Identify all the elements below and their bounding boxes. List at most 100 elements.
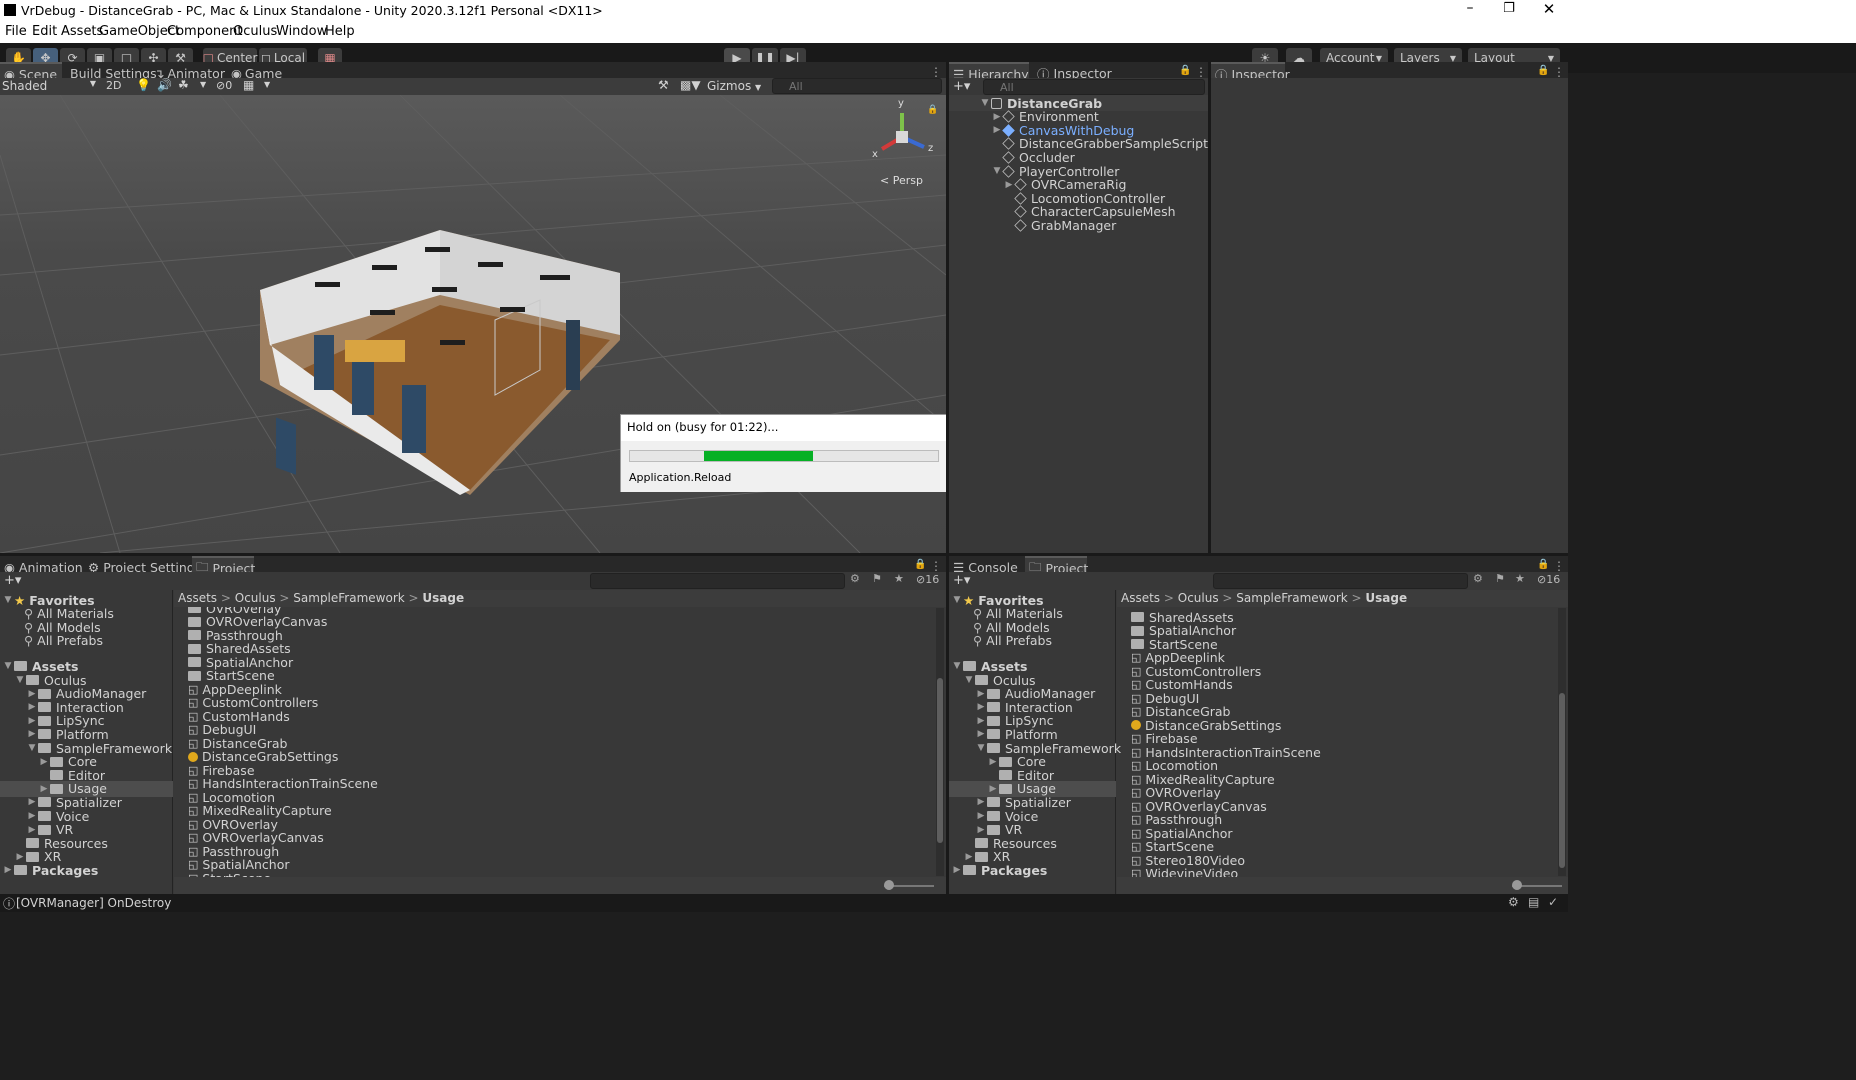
project-left-scrollbar[interactable] <box>936 608 944 876</box>
search-by-type-icon[interactable]: ⚙ <box>850 572 860 585</box>
hidden-packages-counter-right[interactable]: ⊘16 <box>1537 573 1560 586</box>
expand-arrow-icon[interactable]: ▶ <box>1003 180 1015 190</box>
status-message[interactable]: [OVRManager] OnDestroy <box>16 896 171 910</box>
expand-arrow-icon[interactable]: ▶ <box>14 852 26 862</box>
expand-arrow-icon[interactable]: ▶ <box>38 784 50 794</box>
inspector-menu-icon[interactable]: ⋮ <box>1553 65 1565 79</box>
menu-edit[interactable]: Edit <box>32 24 57 39</box>
expand-arrow-icon[interactable]: ▶ <box>975 797 987 807</box>
expand-arrow-icon[interactable]: ▶ <box>975 825 987 835</box>
gizmo-lock-icon[interactable]: 🔒 <box>927 105 938 115</box>
expand-arrow-icon[interactable]: ▶ <box>975 716 987 726</box>
project-left-add-button[interactable]: +▾ <box>4 573 21 588</box>
project-right-scrollbar[interactable] <box>1558 608 1566 876</box>
hierarchy-menu-icon[interactable]: ⋮ <box>1195 65 1207 79</box>
project-left-menu-icon[interactable]: ⋮ <box>930 559 942 573</box>
expand-arrow-icon[interactable]: ▶ <box>975 811 987 821</box>
expand-arrow-icon[interactable]: ▼ <box>975 743 987 753</box>
expand-arrow-icon[interactable]: ▶ <box>26 825 38 835</box>
expand-arrow-icon[interactable]: ▼ <box>979 98 991 108</box>
expand-arrow-icon[interactable]: ▶ <box>38 757 50 767</box>
project-right-menu-icon[interactable]: ⋮ <box>1553 559 1565 573</box>
asset-folder-item[interactable]: ▶ Packages <box>951 862 1048 878</box>
expand-arrow-icon[interactable]: ▶ <box>26 689 38 699</box>
expand-arrow-icon[interactable]: ▶ <box>951 865 963 875</box>
expand-arrow-icon[interactable]: ▶ <box>975 702 987 712</box>
breadcrumb-item[interactable]: Assets <box>1121 591 1160 605</box>
lighting-icon[interactable]: 💡 <box>136 78 151 92</box>
expand-arrow-icon[interactable]: ▼ <box>963 675 975 685</box>
shading-dropdown[interactable]: Shaded ▼ <box>2 79 100 94</box>
favorite-item[interactable]: ⚲ All Prefabs <box>973 633 1052 649</box>
expand-arrow-icon[interactable]: ▶ <box>26 811 38 821</box>
expand-arrow-icon[interactable]: ▼ <box>2 661 14 671</box>
project-right-scroll-thumb[interactable] <box>1559 693 1565 868</box>
favorite-item[interactable]: ⚲ All Prefabs <box>24 633 103 649</box>
expand-arrow-icon[interactable]: ▶ <box>963 852 975 862</box>
breadcrumb-item[interactable]: Usage <box>1365 591 1407 605</box>
tools-icon[interactable]: ⚒ <box>658 78 669 92</box>
expand-arrow-icon[interactable]: ▼ <box>14 675 26 685</box>
expand-arrow-icon[interactable]: ▼ <box>951 595 963 605</box>
expand-arrow-icon[interactable]: ▶ <box>991 112 1003 122</box>
expand-arrow-icon[interactable]: ▶ <box>26 716 38 726</box>
orientation-gizmo[interactable]: y x z <box>870 98 934 165</box>
audio-icon[interactable]: 🔊 <box>157 78 172 92</box>
project-left-lock-icon[interactable]: 🔒 <box>914 559 926 570</box>
icon-size-slider-knob-right[interactable] <box>1512 880 1522 890</box>
file-item[interactable]: ◱StartScene <box>188 870 271 878</box>
close-button[interactable]: ✕ <box>1532 0 1566 22</box>
expand-arrow-icon[interactable]: ▶ <box>26 797 38 807</box>
project-right-add-button[interactable]: +▾ <box>953 573 970 588</box>
expand-arrow-icon[interactable]: ▶ <box>26 729 38 739</box>
cache-icon[interactable]: ▤ <box>1528 895 1539 909</box>
expand-arrow-icon[interactable]: ▶ <box>987 784 999 794</box>
progress-check-icon[interactable]: ✓ <box>1548 895 1558 909</box>
project-left-scroll-thumb[interactable] <box>937 678 943 843</box>
2d-toggle[interactable]: 2D <box>106 79 121 92</box>
breadcrumb-item[interactable]: Oculus <box>1178 591 1219 605</box>
expand-arrow-icon[interactable]: ▶ <box>26 702 38 712</box>
favorite-star-icon-right[interactable]: ★ <box>1515 572 1525 585</box>
asset-folder-item[interactable]: ▶ Packages <box>2 862 99 878</box>
breadcrumb-item[interactable]: SampleFramework <box>293 591 404 605</box>
hidden-packages-counter[interactable]: ⊘16 <box>916 573 939 586</box>
file-item[interactable]: ◱ WidevineVideo <box>1131 866 1238 877</box>
search-by-label-icon-right[interactable]: ⚑ <box>1495 572 1505 585</box>
expand-arrow-icon[interactable]: ▶ <box>2 865 14 875</box>
icon-size-slider-knob[interactable] <box>884 880 894 890</box>
menu-oculus[interactable]: Oculus <box>233 24 277 39</box>
favorite-star-icon[interactable]: ★ <box>894 572 904 585</box>
menu-component[interactable]: Component <box>167 24 242 39</box>
menu-file[interactable]: File <box>5 24 27 39</box>
expand-arrow-icon[interactable]: ▼ <box>2 595 14 605</box>
expand-arrow-icon[interactable]: ▼ <box>26 743 38 753</box>
hierarchy-search-input[interactable] <box>983 79 1205 95</box>
restore-button[interactable]: ❐ <box>1492 1 1526 23</box>
expand-arrow-icon[interactable]: ▶ <box>975 729 987 739</box>
hierarchy-add-button[interactable]: +▾ <box>953 79 970 94</box>
expand-arrow-icon[interactable]: ▼ <box>951 661 963 671</box>
expand-arrow-icon[interactable]: ▶ <box>975 689 987 699</box>
breadcrumb-item[interactable]: Assets <box>178 591 217 605</box>
menu-assets[interactable]: Assets <box>61 24 103 39</box>
expand-arrow-icon[interactable]: ▶ <box>987 757 999 767</box>
scene-menu-icon[interactable]: ⋮ <box>930 65 942 79</box>
breadcrumb-item[interactable]: Oculus <box>235 591 276 605</box>
minimize-button[interactable]: – <box>1453 0 1487 22</box>
breadcrumb-item[interactable]: Usage <box>422 591 464 605</box>
scene-search-input[interactable] <box>772 78 942 94</box>
hierarchy-lock-icon[interactable]: 🔒 <box>1179 65 1191 76</box>
hierarchy-item[interactable]: GrabManager <box>1003 217 1116 233</box>
breadcrumb-item[interactable]: SampleFramework <box>1236 591 1347 605</box>
gizmos-dropdown[interactable]: Gizmos ▼ <box>707 79 761 93</box>
grid-icon[interactable]: ▦ <box>243 78 254 92</box>
project-right-lock-icon[interactable]: 🔒 <box>1537 559 1549 570</box>
menu-help[interactable]: Help <box>325 24 355 39</box>
project-right-search-input[interactable] <box>1213 573 1468 589</box>
perspective-label[interactable]: < Persp <box>880 174 923 187</box>
bug-icon[interactable]: ⚙ <box>1508 895 1519 909</box>
project-left-search-input[interactable] <box>590 573 845 589</box>
camera-icon[interactable]: ▩▼ <box>680 78 701 92</box>
effects-icon[interactable]: ☘ <box>178 78 189 92</box>
